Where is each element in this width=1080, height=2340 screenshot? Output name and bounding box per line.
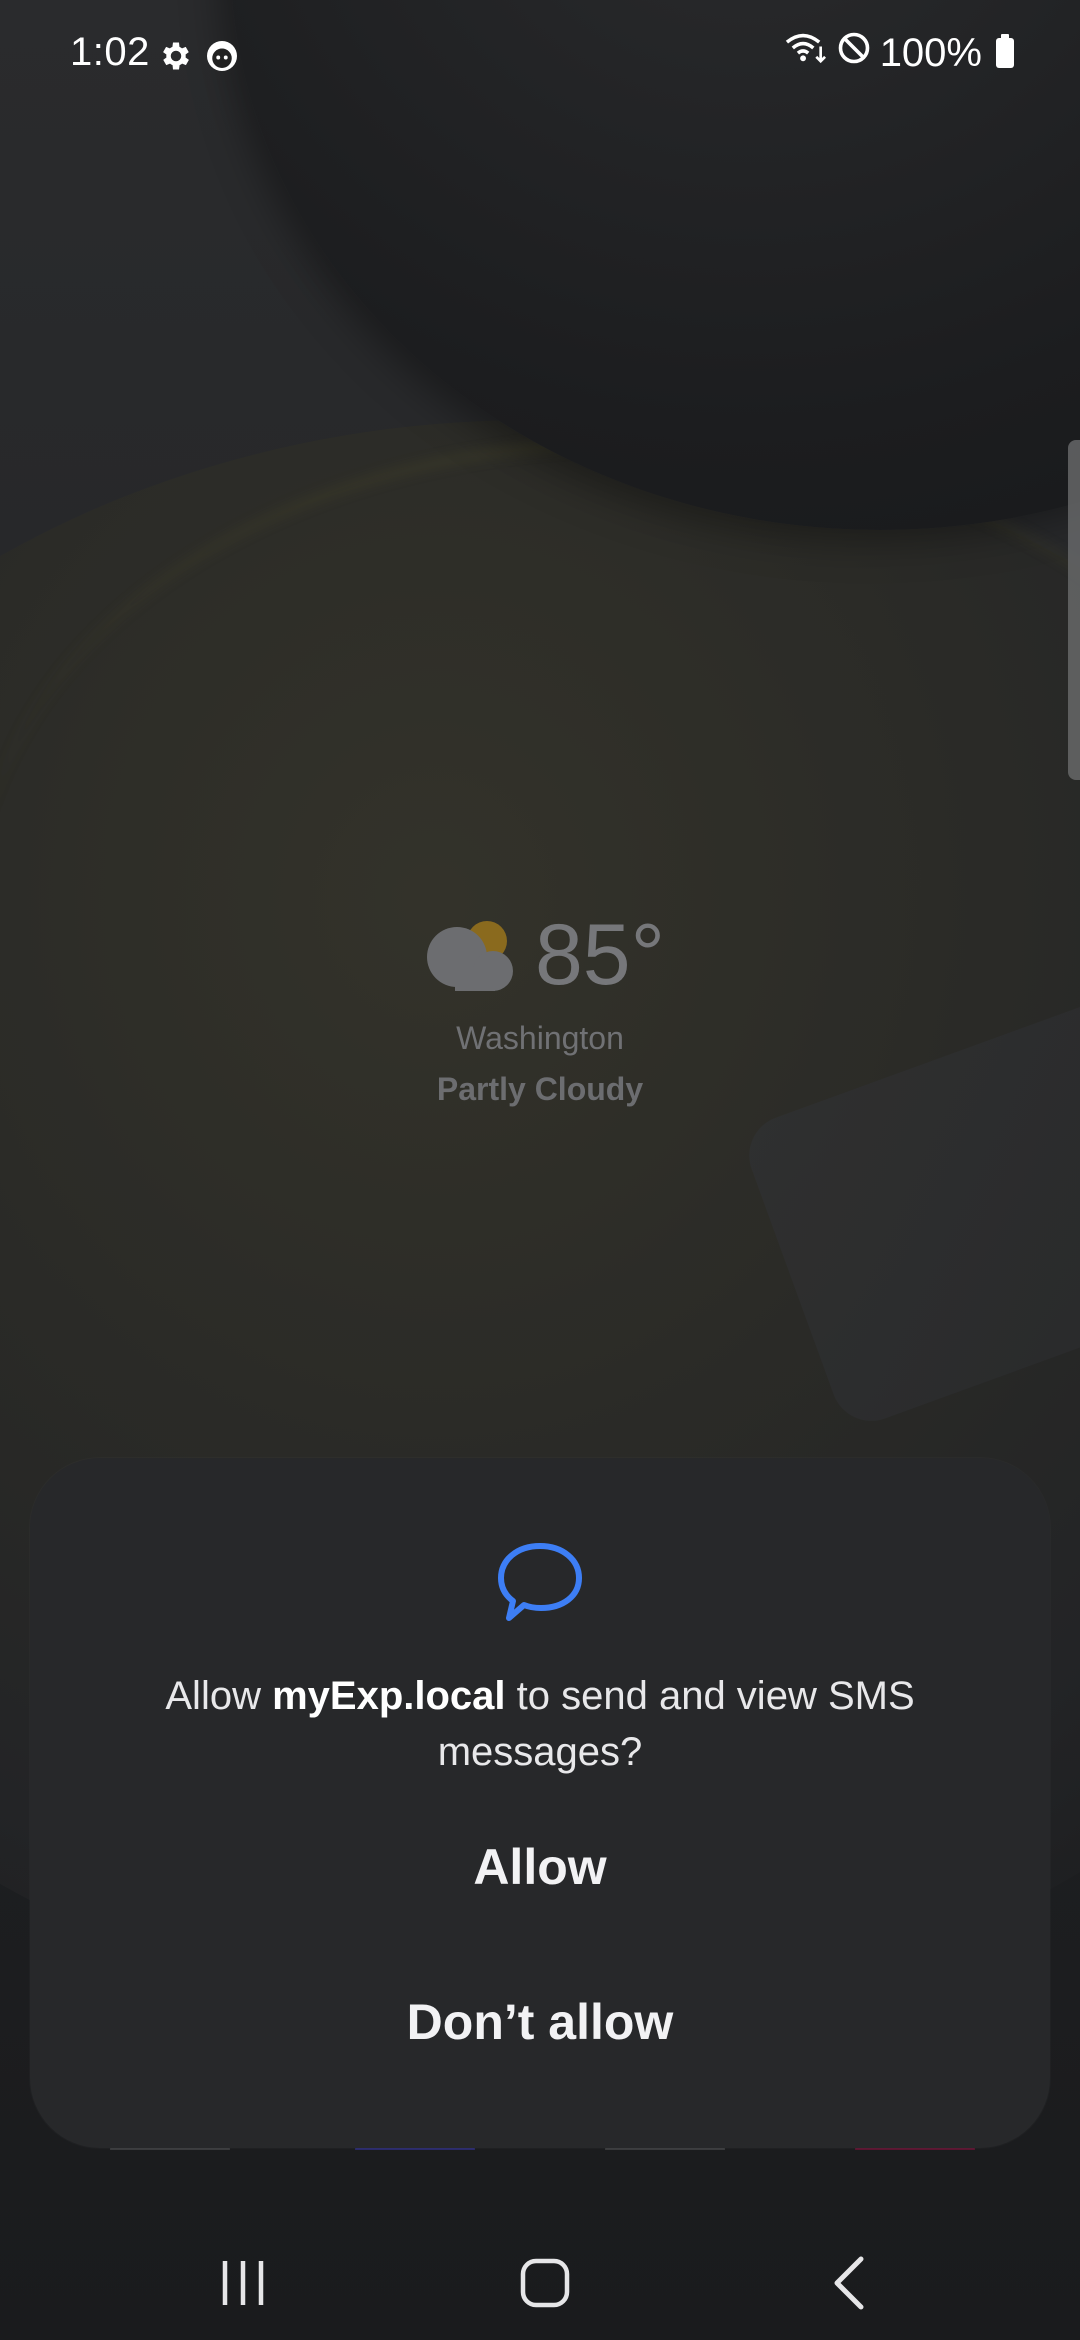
status-bar: 1:02 100% <box>0 0 1080 110</box>
home-screen: 1:02 100% 85° Washington Partly Cloudy A… <box>0 0 1080 2340</box>
wifi-icon <box>784 30 828 76</box>
weather-city: Washington <box>456 1020 624 1056</box>
navigation-bar <box>0 2210 1080 2340</box>
permission-dialog: Allow myExp.local to send and view SMS m… <box>30 1458 1050 2148</box>
back-icon <box>825 2255 875 2316</box>
weather-widget[interactable]: 85° Washington Partly Cloudy <box>0 900 1080 1108</box>
status-time: 1:02 <box>70 30 150 74</box>
weather-temperature: 85° <box>534 906 666 1003</box>
message-suffix: to send and view SMS messages? <box>437 1674 915 1774</box>
permission-message: Allow myExp.local to send and view SMS m… <box>110 1668 970 1780</box>
chat-bubble-icon <box>495 1538 585 1628</box>
weather-condition: Partly Cloudy <box>436 1071 644 1107</box>
edge-panel-handle[interactable] <box>1068 440 1080 780</box>
status-right-icons: 100% <box>784 30 1014 76</box>
allow-button[interactable]: Allow <box>30 1838 1050 1896</box>
dont-allow-button[interactable]: Don’t allow <box>30 1993 1050 2051</box>
assistant-face-icon <box>204 38 240 84</box>
app-name: myExp.local <box>272 1674 506 1718</box>
recents-icon <box>217 2257 269 2314</box>
back-button[interactable] <box>815 2250 885 2320</box>
home-icon <box>517 2255 573 2316</box>
battery-percentage: 100% <box>879 30 982 75</box>
status-left-icons <box>158 38 240 84</box>
recents-button[interactable] <box>208 2250 278 2320</box>
message-prefix: Allow <box>165 1674 273 1718</box>
battery-icon <box>996 34 1014 68</box>
gear-icon <box>158 38 194 84</box>
do-not-disturb-icon <box>836 30 872 76</box>
partly-cloudy-icon <box>415 913 525 998</box>
home-button[interactable] <box>510 2250 580 2320</box>
weather-row: 85° <box>0 900 1080 1010</box>
